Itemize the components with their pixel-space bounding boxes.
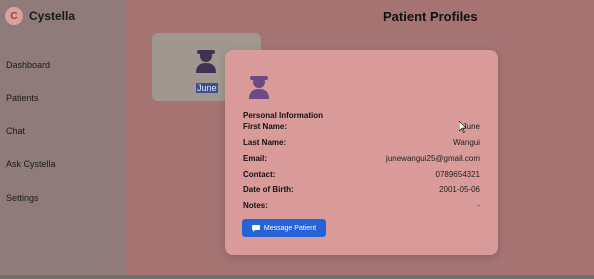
sidebar-item-chat[interactable]: Chat — [6, 126, 25, 136]
field-first-name: First Name: June — [243, 122, 480, 131]
sidebar-item-dashboard[interactable]: Dashboard — [6, 60, 50, 70]
patient-name[interactable]: June — [196, 83, 218, 93]
user-icon — [249, 76, 269, 99]
mouse-cursor-icon — [459, 121, 467, 133]
logo: C — [5, 7, 23, 25]
field-contact: Contact: 0789654321 — [243, 170, 480, 179]
message-patient-button[interactable]: Message Patient — [242, 219, 326, 237]
user-icon — [196, 50, 216, 73]
page-title: Patient Profiles — [383, 9, 478, 24]
field-date-of-birth: Date of Birth: 2001-05-06 — [243, 185, 480, 194]
field-email: Email: junewangui25@gmail.com — [243, 154, 480, 163]
sidebar-item-settings[interactable]: Settings — [6, 193, 39, 203]
section-title: Personal Information — [243, 111, 324, 120]
sidebar-item-patients[interactable]: Patients — [6, 93, 39, 103]
patient-details-modal: Personal Information First Name: June La… — [225, 50, 498, 255]
sidebar-item-ask-cystella[interactable]: Ask Cystella — [6, 159, 56, 169]
taskbar-edge — [0, 275, 594, 279]
brand[interactable]: C Cystella — [5, 7, 75, 25]
chat-bubble-icon — [251, 224, 260, 232]
field-notes: Notes: - — [243, 201, 480, 210]
sidebar: C Cystella Dashboard Patients Chat Ask C… — [0, 0, 126, 279]
field-last-name: Last Name: Wangui — [243, 138, 480, 147]
app-name: Cystella — [29, 9, 76, 23]
